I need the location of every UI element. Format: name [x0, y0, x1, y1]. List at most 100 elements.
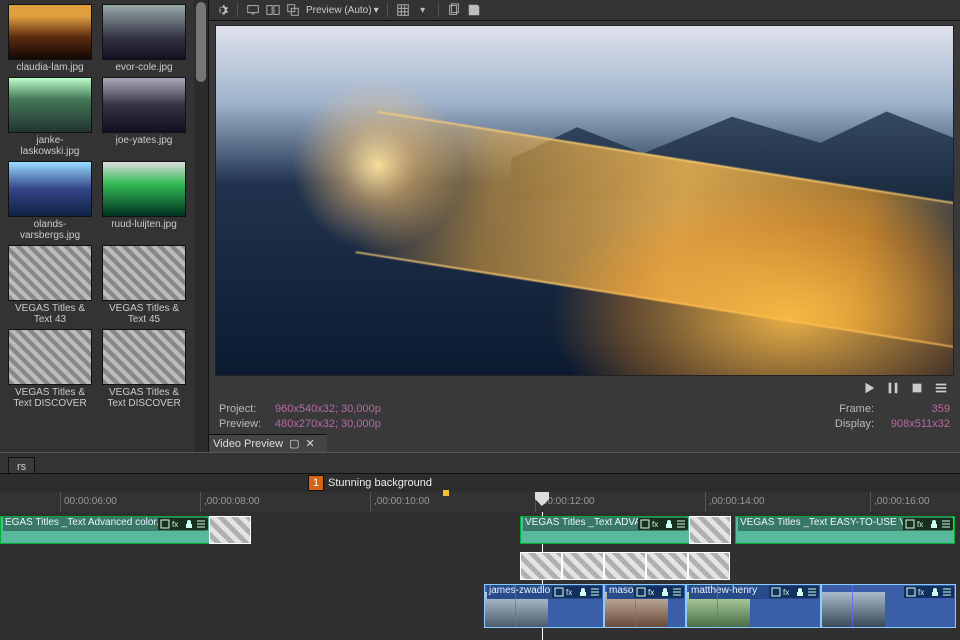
- fx-icon[interactable]: fx: [918, 587, 928, 597]
- timeline-tab[interactable]: rs: [8, 457, 35, 473]
- timeline-tracks[interactable]: EGAS Titles _Text Advanced color..fx VEGA…: [0, 512, 960, 640]
- media-filename: joe-yates.jpg: [116, 135, 173, 146]
- maximize-icon[interactable]: ▢: [289, 437, 299, 450]
- close-icon[interactable]: ✕: [306, 437, 315, 450]
- media-item[interactable]: olands-varsbergs.jpg: [8, 161, 92, 241]
- clip-fade-handle[interactable]: [485, 585, 516, 627]
- menu-icon[interactable]: [934, 381, 948, 398]
- clip-fade-handle[interactable]: [822, 585, 853, 627]
- stop-button[interactable]: [910, 381, 924, 398]
- preview-viewport[interactable]: [215, 25, 954, 376]
- svg-text:fx: fx: [918, 588, 924, 597]
- transport-controls: [209, 378, 960, 400]
- fx-icon[interactable]: fx: [648, 587, 658, 597]
- lock-icon[interactable]: [660, 587, 670, 597]
- display-label: Display:: [835, 417, 874, 432]
- loop-marker[interactable]: [443, 490, 449, 496]
- clip-fade-handle[interactable]: [687, 585, 718, 627]
- lock-icon[interactable]: [578, 587, 588, 597]
- clip-tools: fx: [904, 586, 954, 598]
- fx-icon[interactable]: fx: [566, 587, 576, 597]
- media-thumbnail: [102, 161, 186, 217]
- fx-icon[interactable]: fx: [172, 519, 182, 529]
- menu-icon[interactable]: [807, 587, 817, 597]
- menu-icon[interactable]: [942, 587, 952, 597]
- crop-icon[interactable]: [905, 519, 915, 529]
- crop-icon[interactable]: [554, 587, 564, 597]
- save-snapshot-icon[interactable]: [467, 3, 481, 17]
- media-item[interactable]: evor-cole.jpg: [102, 4, 186, 73]
- marker-lane[interactable]: 1 Stunning background: [0, 474, 960, 492]
- media-item[interactable]: VEGAS Titles & Text DISCOVER CREATI..: [8, 329, 92, 409]
- lock-icon[interactable]: [664, 519, 674, 529]
- preview-quality-dropdown[interactable]: Preview (Auto) ▾: [306, 5, 379, 16]
- project-label: Project:: [219, 402, 269, 417]
- split-screen-icon[interactable]: [266, 3, 280, 17]
- video-preview-tab[interactable]: Video Preview ▢ ✕: [209, 434, 327, 452]
- project-value: 960x540x32; 30,000p: [275, 402, 381, 417]
- media-item[interactable]: VEGAS Titles & Text DISCOVER CREATI..: [102, 329, 186, 409]
- crop-icon[interactable]: [771, 587, 781, 597]
- timeline-clip[interactable]: [689, 516, 731, 544]
- timeline-clip[interactable]: [209, 516, 251, 544]
- monitor-icon[interactable]: [246, 3, 260, 17]
- menu-icon[interactable]: [590, 587, 600, 597]
- chevron-down-icon[interactable]: ▾: [416, 3, 430, 17]
- timeline-clip[interactable]: [562, 552, 604, 580]
- timeline-clip[interactable]: VEGAS Titles _Text EASY-TO-USE VIGNETTES…: [735, 516, 955, 544]
- copy-snapshot-icon[interactable]: [447, 3, 461, 17]
- lock-icon[interactable]: [929, 519, 939, 529]
- timeline-clip[interactable]: [646, 552, 688, 580]
- clip-tools: fx: [769, 586, 819, 598]
- timeline-clip[interactable]: maso..fx: [604, 584, 686, 628]
- menu-icon[interactable]: [676, 519, 686, 529]
- media-item[interactable]: janke-laskowski.jpg: [8, 77, 92, 157]
- crop-icon[interactable]: [636, 587, 646, 597]
- media-item[interactable]: VEGAS Titles & Text 45: [102, 245, 186, 325]
- timeline-clip[interactable]: fx: [821, 584, 956, 628]
- grid-icon[interactable]: [396, 3, 410, 17]
- lock-icon[interactable]: [795, 587, 805, 597]
- crop-icon[interactable]: [640, 519, 650, 529]
- clip-tools: fx: [634, 586, 684, 598]
- fx-icon[interactable]: fx: [652, 519, 662, 529]
- timeline-clip[interactable]: [688, 552, 730, 580]
- timeline-clip[interactable]: VEGAS Titles _Text ADVANCED COLO..fx: [520, 516, 690, 544]
- media-thumbnail: [102, 77, 186, 133]
- frame-value: 359: [880, 402, 950, 417]
- timeline-clip[interactable]: [604, 552, 646, 580]
- play-button[interactable]: [862, 381, 876, 398]
- menu-icon[interactable]: [196, 519, 206, 529]
- marker-label: Stunning background: [328, 477, 432, 489]
- media-item[interactable]: ruud-luijten.jpg: [102, 161, 186, 241]
- timeline-marker[interactable]: 1 Stunning background: [308, 475, 432, 491]
- scrollbar-thumb[interactable]: [196, 2, 206, 82]
- crop-icon[interactable]: [160, 519, 170, 529]
- time-ruler[interactable]: 00:00:06:00,00:00:08:00,00:00:10:00,00:0…: [0, 492, 960, 512]
- media-scrollbar[interactable]: [194, 0, 208, 452]
- crop-icon[interactable]: [906, 587, 916, 597]
- fx-icon[interactable]: fx: [783, 587, 793, 597]
- lock-icon[interactable]: [184, 519, 194, 529]
- media-thumbnail: [8, 245, 92, 301]
- timeline-clip[interactable]: matthew-henryfx: [686, 584, 821, 628]
- fx-icon[interactable]: fx: [917, 519, 927, 529]
- media-panel: claudia-lam.jpg evor-cole.jpg janke-laskow…: [0, 0, 209, 452]
- media-item[interactable]: joe-yates.jpg: [102, 77, 186, 157]
- overlay-icon[interactable]: [286, 3, 300, 17]
- pause-button[interactable]: [886, 381, 900, 398]
- timeline-clip[interactable]: james-zwadlofx: [484, 584, 604, 628]
- menu-icon[interactable]: [941, 519, 951, 529]
- menu-icon[interactable]: [672, 587, 682, 597]
- playhead-handle[interactable]: [535, 492, 549, 506]
- clip-fade-handle[interactable]: [605, 585, 636, 627]
- media-item[interactable]: claudia-lam.jpg: [8, 4, 92, 73]
- lock-icon[interactable]: [930, 587, 940, 597]
- media-item[interactable]: VEGAS Titles & Text 43: [8, 245, 92, 325]
- timeline-clip[interactable]: EGAS Titles _Text Advanced color..fx: [0, 516, 210, 544]
- gear-icon[interactable]: [215, 3, 229, 17]
- frame-label: Frame:: [839, 402, 874, 417]
- media-filename: evor-cole.jpg: [115, 62, 172, 73]
- timeline-clip[interactable]: [520, 552, 562, 580]
- display-value: 908x511x32: [880, 417, 950, 432]
